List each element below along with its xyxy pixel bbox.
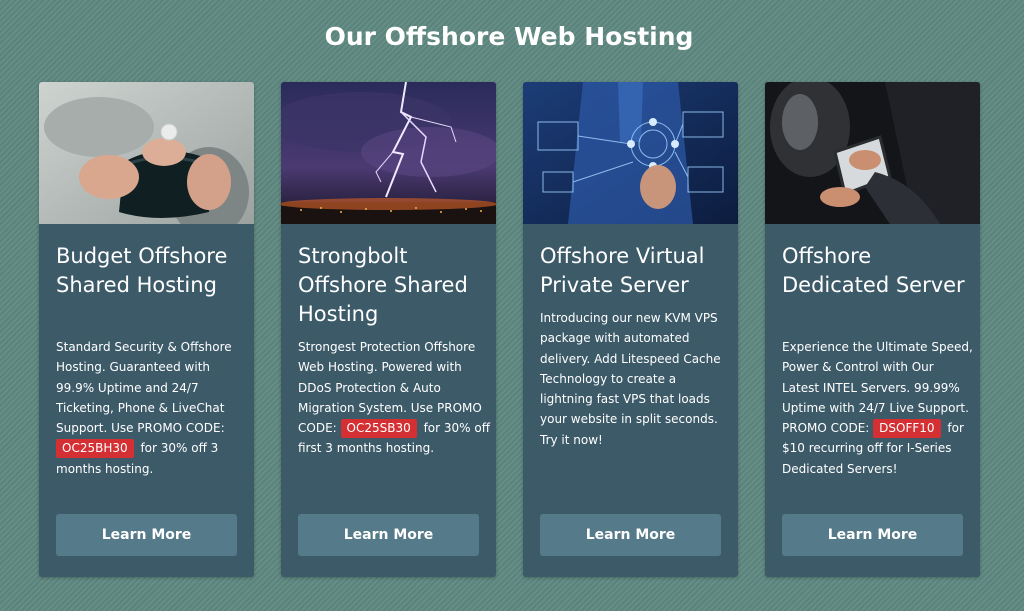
card-description: Strongest Protection Offshore Web Hostin…	[298, 337, 490, 459]
learn-more-button[interactable]: Learn More	[56, 514, 237, 556]
card-title: Budget Offshore Shared Hosting	[56, 244, 228, 297]
card-description: Experience the Ultimate Speed, Power & C…	[782, 337, 974, 479]
hosting-card-dedicated-server: Offshore Dedicated Server Experience the…	[765, 82, 980, 577]
learn-more-button[interactable]: Learn More	[782, 514, 963, 556]
card-title: Strongbolt Offshore Shared Hosting	[298, 244, 468, 326]
card-title: Offshore Dedicated Server	[782, 244, 965, 297]
learn-more-button[interactable]: Learn More	[540, 514, 721, 556]
card-title: Offshore Virtual Private Server	[540, 244, 705, 297]
lightning-storm-image	[281, 82, 496, 224]
digital-interface-image	[523, 82, 738, 224]
hosting-card-budget-shared: Budget Offshore Shared Hosting Standard …	[39, 82, 254, 577]
promo-code-badge: OC25BH30	[56, 439, 134, 459]
promo-code-badge: DSOFF10	[873, 419, 941, 439]
learn-more-button[interactable]: Learn More	[298, 514, 479, 556]
card-description: Standard Security & Offshore Hosting. Gu…	[56, 337, 248, 479]
card-description: Introducing our new KVM VPS package with…	[540, 308, 732, 450]
description-text: Introducing our new KVM VPS package with…	[540, 311, 721, 447]
page-title: Our Offshore Web Hosting	[324, 22, 694, 51]
description-text: Standard Security & Offshore Hosting. Gu…	[56, 340, 232, 436]
hosting-card-strongbolt-shared: Strongbolt Offshore Shared Hosting Stron…	[281, 82, 496, 577]
wallet-coin-image	[39, 82, 254, 224]
tablet-user-image	[765, 82, 980, 224]
promo-code-badge: OC25SB30	[340, 419, 417, 439]
hosting-card-virtual-private-server: Offshore Virtual Private Server Introduc…	[523, 82, 738, 577]
